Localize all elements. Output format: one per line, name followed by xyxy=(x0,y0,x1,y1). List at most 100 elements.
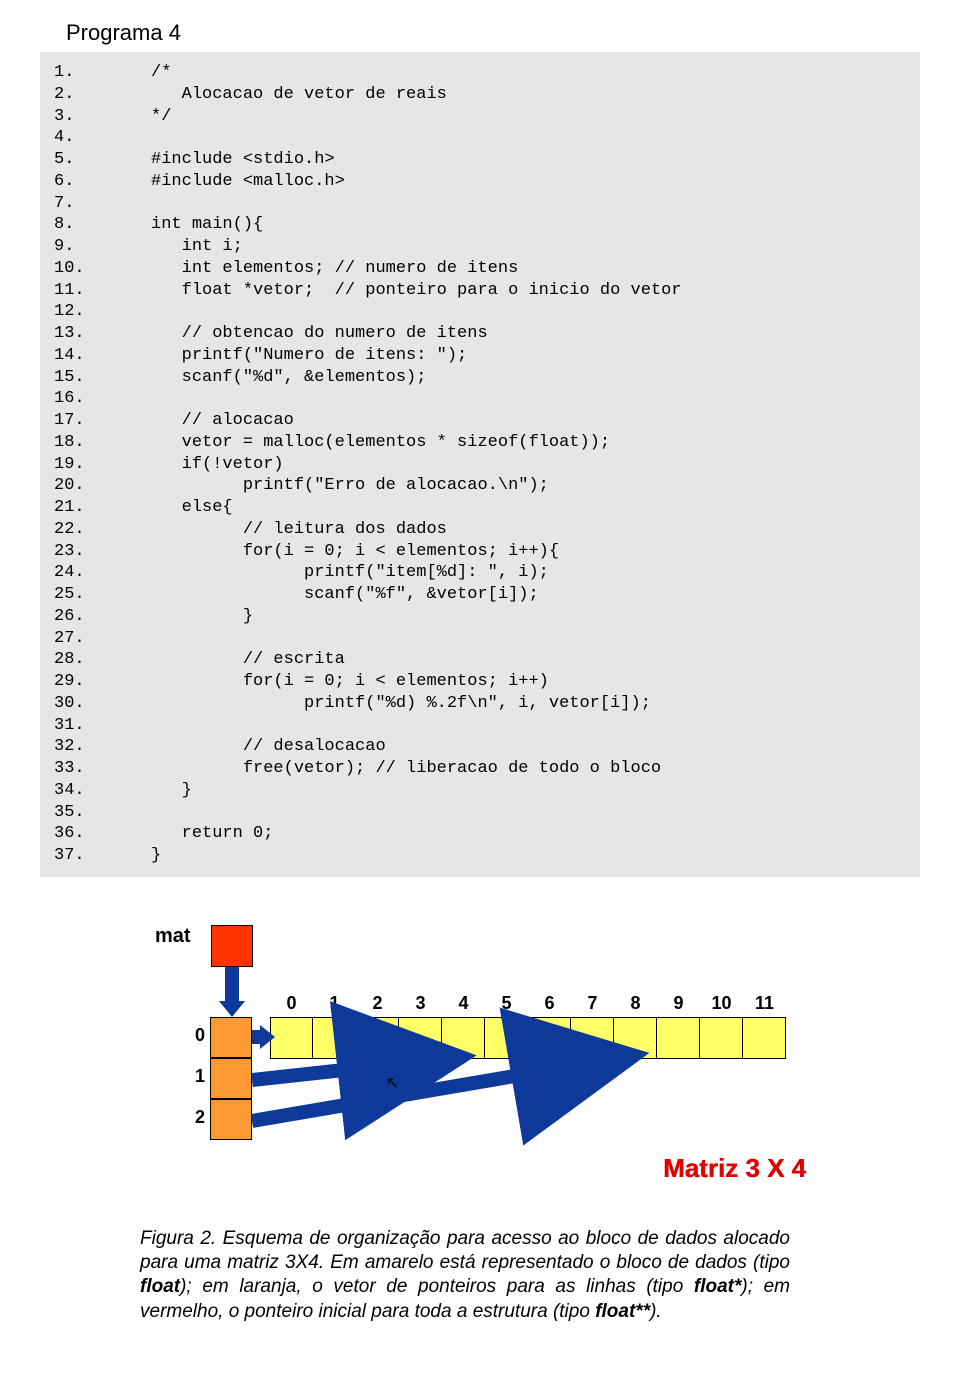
column-label: 3 xyxy=(399,993,442,1014)
line-number: 36. xyxy=(54,823,100,845)
code-text: */ xyxy=(100,106,906,128)
column-label: 5 xyxy=(485,993,528,1014)
code-line: 20. printf("Erro de alocacao.\n"); xyxy=(54,475,906,497)
code-text: // alocacao xyxy=(100,410,906,432)
caption-type-float-ptr: float* xyxy=(694,1276,742,1297)
code-text: vetor = malloc(elementos * sizeof(float)… xyxy=(100,432,906,454)
code-line: 10. int elementos; // numero de itens xyxy=(54,258,906,280)
caption-text: Figura 2. Esquema de organização para ac… xyxy=(140,1228,790,1273)
code-line: 13. // obtencao do numero de itens xyxy=(54,323,906,345)
code-line: 24. printf("item[%d]: ", i); xyxy=(54,562,906,584)
code-line: 18. vetor = malloc(elementos * sizeof(fl… xyxy=(54,432,906,454)
code-text xyxy=(100,715,906,737)
mat-label: mat xyxy=(155,925,191,948)
line-number: 30. xyxy=(54,693,100,715)
code-line: 32. // desalocacao xyxy=(54,736,906,758)
code-line: 19. if(!vetor) xyxy=(54,454,906,476)
data-block-row xyxy=(270,1017,786,1059)
line-number: 33. xyxy=(54,758,100,780)
code-text: for(i = 0; i < elementos; i++){ xyxy=(100,541,906,563)
data-cell xyxy=(442,1017,485,1059)
code-text: int i; xyxy=(100,236,906,258)
data-cell xyxy=(485,1017,528,1059)
line-number: 18. xyxy=(54,432,100,454)
line-number: 12. xyxy=(54,301,100,323)
code-text: #include <malloc.h> xyxy=(100,171,906,193)
line-number: 11. xyxy=(54,280,100,302)
line-number: 29. xyxy=(54,671,100,693)
code-line: 26. } xyxy=(54,606,906,628)
data-cell xyxy=(356,1017,399,1059)
code-text: scanf("%f", &vetor[i]); xyxy=(100,584,906,606)
code-line: 1. /* xyxy=(54,62,906,84)
code-text xyxy=(100,802,906,824)
data-cell xyxy=(270,1017,313,1059)
line-number: 8. xyxy=(54,214,100,236)
code-text: // desalocacao xyxy=(100,736,906,758)
code-line: 7. xyxy=(54,193,906,215)
line-number: 1. xyxy=(54,62,100,84)
column-label: 11 xyxy=(743,993,786,1014)
code-text: } xyxy=(100,780,906,802)
code-text: scanf("%d", &elementos); xyxy=(100,367,906,389)
code-line: 31. xyxy=(54,715,906,737)
mat-pointer-box xyxy=(211,925,253,967)
line-number: 20. xyxy=(54,475,100,497)
line-number: 24. xyxy=(54,562,100,584)
code-line: 29. for(i = 0; i < elementos; i++) xyxy=(54,671,906,693)
column-label: 2 xyxy=(356,993,399,1014)
code-line: 11. float *vetor; // ponteiro para o ini… xyxy=(54,280,906,302)
data-cell xyxy=(743,1017,786,1059)
code-text xyxy=(100,127,906,149)
line-number: 31. xyxy=(54,715,100,737)
memory-diagram: mat 0 1 2 01234567891011 xyxy=(140,925,820,1225)
code-text: else{ xyxy=(100,497,906,519)
column-labels: 01234567891011 xyxy=(270,993,786,1014)
code-line: 14. printf("Numero de itens: "); xyxy=(54,345,906,367)
code-line: 35. xyxy=(54,802,906,824)
code-line: 22. // leitura dos dados xyxy=(54,519,906,541)
caption-text: ); em laranja, o vetor de ponteiros para… xyxy=(180,1276,694,1297)
code-line: 23. for(i = 0; i < elementos; i++){ xyxy=(54,541,906,563)
line-number: 13. xyxy=(54,323,100,345)
line-number: 17. xyxy=(54,410,100,432)
row-label-1: 1 xyxy=(185,1066,205,1087)
column-label: 9 xyxy=(657,993,700,1014)
code-block: 1. /*2. Alocacao de vetor de reais3. */4… xyxy=(40,52,920,877)
code-text: free(vetor); // liberacao de todo o bloc… xyxy=(100,758,906,780)
code-line: 5. #include <stdio.h> xyxy=(54,149,906,171)
line-number: 21. xyxy=(54,497,100,519)
code-text: for(i = 0; i < elementos; i++) xyxy=(100,671,906,693)
caption-type-float-dptr: float** xyxy=(595,1301,650,1322)
code-text xyxy=(100,193,906,215)
data-cell xyxy=(700,1017,743,1059)
line-number: 19. xyxy=(54,454,100,476)
line-number: 27. xyxy=(54,628,100,650)
column-label: 1 xyxy=(313,993,356,1014)
code-line: 36. return 0; xyxy=(54,823,906,845)
code-text xyxy=(100,628,906,650)
code-line: 28. // escrita xyxy=(54,649,906,671)
code-line: 15. scanf("%d", &elementos); xyxy=(54,367,906,389)
line-number: 15. xyxy=(54,367,100,389)
column-label: 6 xyxy=(528,993,571,1014)
row-label-0: 0 xyxy=(185,1025,205,1046)
row-label-2: 2 xyxy=(185,1107,205,1128)
code-text: // escrita xyxy=(100,649,906,671)
line-number: 3. xyxy=(54,106,100,128)
line-number: 16. xyxy=(54,388,100,410)
code-text xyxy=(100,388,906,410)
line-number: 34. xyxy=(54,780,100,802)
code-line: 21. else{ xyxy=(54,497,906,519)
row-pointer-column xyxy=(210,1017,252,1140)
code-line: 8. int main(){ xyxy=(54,214,906,236)
caption-text: ). xyxy=(650,1301,662,1322)
program-title: Programa 4 xyxy=(66,20,920,46)
line-number: 6. xyxy=(54,171,100,193)
code-line: 3. */ xyxy=(54,106,906,128)
code-line: 17. // alocacao xyxy=(54,410,906,432)
row-pointer-cell xyxy=(210,1017,252,1058)
code-text xyxy=(100,301,906,323)
line-number: 9. xyxy=(54,236,100,258)
line-number: 32. xyxy=(54,736,100,758)
